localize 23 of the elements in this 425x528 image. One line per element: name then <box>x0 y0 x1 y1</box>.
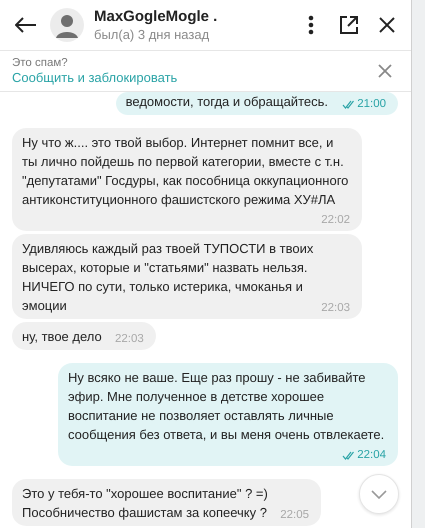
message-time: 21:00 <box>357 98 386 110</box>
message-time: 22:05 <box>280 509 309 521</box>
spam-question: Это спам? <box>12 57 69 69</box>
chevron-down-icon <box>371 490 387 498</box>
message-time: 22:03 <box>114 333 144 345</box>
message-text: ну, твое дело <box>22 329 102 344</box>
message-text: Это у тебя-то "хорошее воспитание" ? =) Пособничество фашистам за копеечку ? <box>22 486 268 520</box>
external-link-icon <box>339 15 359 35</box>
message-text: ведомости, тогда и обращайтесь. <box>126 94 328 109</box>
avatar-icon <box>50 8 84 42</box>
back-arrow-icon <box>15 17 37 33</box>
contact-name: MaxGogleMogle . <box>94 8 218 25</box>
message-time: 22:04 <box>357 449 386 461</box>
report-block-link[interactable]: Сообщить и заблокировать <box>12 70 371 85</box>
more-icon <box>308 15 314 35</box>
message-time: 22:02 <box>321 214 350 226</box>
last-seen-status: был(а) 3 дня назад <box>94 27 210 42</box>
message-time: 22:03 <box>321 302 350 314</box>
message-text: Ну всяко не ваше. Еще раз прошу - не забивайте эфир. Мне полученное в детстве хорошее воспитание не позволяет оставлять личные сообщения без ответа, и вы меня очень отвлекаете. <box>68 370 384 442</box>
message-text: Ну что ж.... это твой выбор. Интернет помнит все, и ты лично пойдешь по первой категории, вместе с т.н. "депутатами" Госдуры, как пособница оккупационного антиконституционного фашистского режима ХУ#ЛА <box>22 135 350 207</box>
close-icon <box>378 64 392 78</box>
close-icon <box>378 16 396 34</box>
message-text: Удивляюсь каждый раз твоей ТУПОСТИ в твоих высерах, которые и "статьями" назвать нельзя. НИЧЕГО по сути, только истерика, чмоканья и эмоции <box>22 241 314 313</box>
